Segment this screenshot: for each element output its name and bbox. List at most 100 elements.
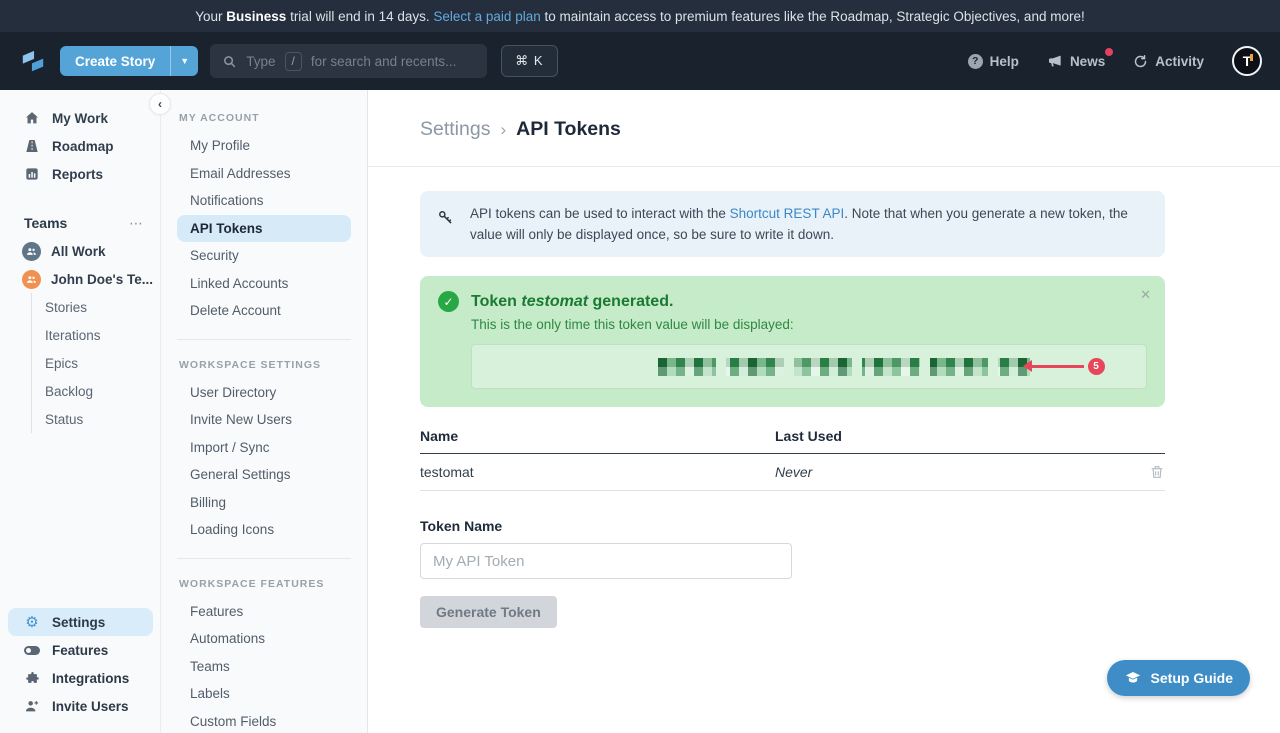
settings-nav-delete-account[interactable]: Delete Account bbox=[177, 297, 351, 325]
sidebar-item-label: My Work bbox=[52, 111, 108, 126]
house-icon bbox=[24, 110, 40, 126]
settings-nav-billing[interactable]: Billing bbox=[177, 489, 351, 517]
slash-key-hint: / bbox=[285, 52, 302, 71]
left-sidebar: My Work Roadmap Reports Teams ⋯ All Work… bbox=[0, 90, 161, 733]
top-nav: Create Story ▼ Type / for search and rec… bbox=[0, 32, 1280, 90]
divider bbox=[177, 339, 351, 340]
settings-nav-import-sync[interactable]: Import / Sync bbox=[177, 434, 351, 462]
close-icon[interactable]: ✕ bbox=[1140, 287, 1151, 303]
api-tokens-info-banner: API tokens can be used to interact with … bbox=[420, 191, 1165, 257]
settings-nav-api-tokens[interactable]: API Tokens bbox=[177, 215, 351, 243]
settings-nav-loading-icons[interactable]: Loading Icons bbox=[177, 516, 351, 544]
avatar-accent-mark bbox=[1250, 54, 1253, 61]
team-avatar-orange bbox=[22, 270, 41, 289]
api-tokens-table: Name Last Used testomat Never bbox=[420, 428, 1165, 491]
sidebar-subitem-stories[interactable]: Stories bbox=[32, 293, 160, 321]
sidebar-subitem-epics[interactable]: Epics bbox=[32, 349, 160, 377]
cmd-k-shortcut-badge: ⌘ K bbox=[501, 45, 557, 77]
token-last-used-cell: Never bbox=[775, 454, 1125, 491]
bar-chart-icon bbox=[24, 166, 40, 182]
news-label: News bbox=[1070, 54, 1105, 69]
settings-nav-notifications[interactable]: Notifications bbox=[177, 187, 351, 215]
teams-more-icon[interactable]: ⋯ bbox=[129, 215, 144, 232]
settings-section-title: WORKSPACE FEATURES bbox=[161, 572, 367, 598]
trash-icon bbox=[1149, 464, 1165, 480]
table-header-row: Name Last Used bbox=[420, 428, 1165, 454]
settings-nav-automations[interactable]: Automations bbox=[177, 625, 351, 653]
annotation-badge: 5 bbox=[1088, 358, 1105, 375]
success-subtitle: This is the only time this token value w… bbox=[471, 317, 1147, 332]
create-story-button[interactable]: Create Story bbox=[60, 46, 170, 76]
sidebar-item-integrations[interactable]: Integrations bbox=[8, 664, 153, 692]
divider bbox=[177, 558, 351, 559]
sidebar-subitem-iterations[interactable]: Iterations bbox=[32, 321, 160, 349]
token-value-group: 5 bbox=[658, 358, 1105, 376]
help-button[interactable]: ? Help bbox=[968, 54, 1019, 69]
settings-nav-security[interactable]: Security bbox=[177, 242, 351, 270]
success-title-pre: Token bbox=[471, 293, 521, 310]
settings-nav-features[interactable]: Features bbox=[177, 598, 351, 626]
sidebar-item-label: Integrations bbox=[52, 671, 129, 686]
shortcut-rest-api-link[interactable]: Shortcut REST API bbox=[730, 206, 845, 221]
search-input[interactable]: Type / for search and recents... bbox=[210, 44, 487, 78]
check-circle-icon: ✓ bbox=[438, 291, 459, 312]
sidebar-subitem-status[interactable]: Status bbox=[32, 405, 160, 433]
help-label: Help bbox=[990, 54, 1019, 69]
settings-nav-invite-new-users[interactable]: Invite New Users bbox=[177, 406, 351, 434]
help-icon: ? bbox=[968, 54, 983, 69]
user-avatar[interactable]: T bbox=[1232, 46, 1262, 76]
settings-nav-user-directory[interactable]: User Directory bbox=[177, 379, 351, 407]
select-paid-plan-link[interactable]: Select a paid plan bbox=[433, 9, 540, 24]
breadcrumb-settings-link[interactable]: Settings bbox=[420, 118, 490, 141]
key-icon bbox=[436, 208, 455, 245]
setup-guide-label: Setup Guide bbox=[1151, 670, 1233, 686]
news-button[interactable]: News bbox=[1047, 53, 1105, 69]
teams-header-label: Teams bbox=[24, 215, 67, 231]
road-icon bbox=[24, 138, 40, 154]
sidebar-item-label: Invite Users bbox=[52, 699, 129, 714]
setup-guide-button[interactable]: Setup Guide bbox=[1107, 660, 1250, 696]
activity-button[interactable]: Activity bbox=[1133, 54, 1204, 69]
breadcrumb: Settings › API Tokens bbox=[368, 90, 1280, 141]
sidebar-team-all-work[interactable]: All Work bbox=[0, 237, 160, 265]
sidebar-item-my-work[interactable]: My Work bbox=[0, 104, 160, 132]
redacted-token-value bbox=[658, 358, 1030, 376]
column-header-actions bbox=[1125, 428, 1165, 454]
search-icon bbox=[222, 54, 237, 69]
info-banner-text: API tokens can be used to interact with … bbox=[470, 203, 1149, 245]
settings-nav-teams[interactable]: Teams bbox=[177, 653, 351, 681]
search-placeholder-pre: Type bbox=[246, 54, 275, 69]
token-name-input[interactable] bbox=[420, 543, 792, 579]
trial-text-pre: Your bbox=[195, 9, 226, 24]
settings-nav-general-settings[interactable]: General Settings bbox=[177, 461, 351, 489]
gear-icon: ⚙ bbox=[24, 614, 40, 630]
settings-nav-labels[interactable]: Labels bbox=[177, 680, 351, 708]
trial-banner: Your Business trial will end in 14 days.… bbox=[0, 0, 1280, 32]
sidebar-team-john-does-team[interactable]: John Doe's Te... bbox=[0, 265, 160, 293]
sidebar-subitem-backlog[interactable]: Backlog bbox=[32, 377, 160, 405]
column-header-last-used: Last Used bbox=[775, 428, 1125, 454]
top-nav-right: ? Help News Activity T bbox=[968, 46, 1262, 76]
sidebar-collapse-button[interactable]: ‹ bbox=[149, 93, 171, 115]
generate-token-button[interactable]: Generate Token bbox=[420, 596, 557, 628]
team-label: All Work bbox=[51, 244, 106, 259]
trial-text-mid: trial will end in 14 days. bbox=[286, 9, 433, 24]
settings-nav-custom-fields[interactable]: Custom Fields bbox=[177, 708, 351, 733]
sidebar-item-reports[interactable]: Reports bbox=[0, 160, 160, 188]
news-notification-dot bbox=[1105, 48, 1113, 56]
sidebar-item-roadmap[interactable]: Roadmap bbox=[0, 132, 160, 160]
settings-nav-linked-accounts[interactable]: Linked Accounts bbox=[177, 270, 351, 298]
sidebar-bottom-group: ⚙ Settings Features Integrations Invite … bbox=[0, 608, 160, 720]
delete-token-button[interactable] bbox=[1125, 464, 1165, 480]
shortcut-logo-icon[interactable] bbox=[18, 46, 48, 76]
settings-nav-my-profile[interactable]: My Profile bbox=[177, 132, 351, 160]
sidebar-item-settings[interactable]: ⚙ Settings bbox=[8, 608, 153, 636]
toggle-icon bbox=[24, 642, 40, 658]
create-story-caret-icon[interactable]: ▼ bbox=[170, 46, 198, 76]
settings-nav-email-addresses[interactable]: Email Addresses bbox=[177, 160, 351, 188]
teams-section-header: Teams ⋯ bbox=[0, 209, 160, 237]
sidebar-item-label: Reports bbox=[52, 167, 103, 182]
sidebar-item-invite-users[interactable]: Invite Users bbox=[8, 692, 153, 720]
token-generated-banner: ✓ Token testomat generated. ✕ This is th… bbox=[420, 276, 1165, 407]
sidebar-item-features[interactable]: Features bbox=[8, 636, 153, 664]
